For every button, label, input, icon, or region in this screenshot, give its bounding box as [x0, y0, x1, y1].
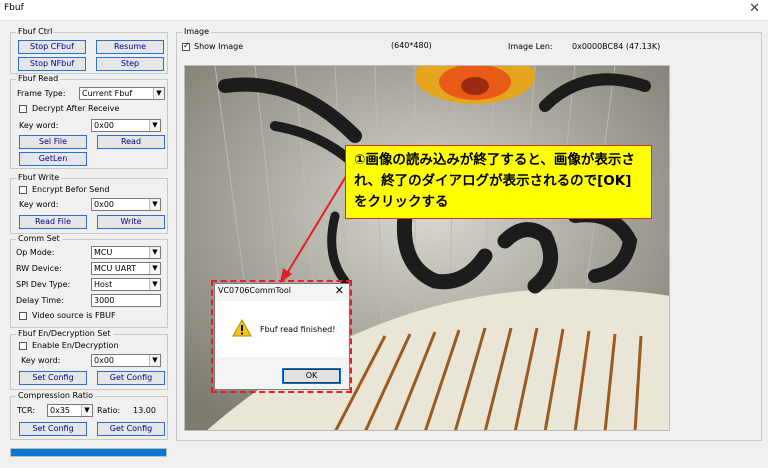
write-key-word-label: Key word:	[19, 200, 59, 209]
tcr-label: TCR:	[17, 406, 36, 415]
endec-get-config-button[interactable]: Get Config	[97, 371, 165, 385]
comm-set-group: Comm Set Op Mode: MCU ▼ RW Device: MCU UA…	[10, 234, 168, 328]
op-mode-select[interactable]: MCU ▼	[91, 246, 161, 259]
frame-type-value: Current Fbuf	[82, 89, 133, 98]
chevron-down-icon: ▼	[149, 279, 160, 290]
write-key-word-select[interactable]: 0x00 ▼	[91, 198, 161, 211]
rw-device-select[interactable]: MCU UART ▼	[91, 262, 161, 275]
instruction-callout: ①画像の読み込みが終了すると、画像が表示され、終了のダイアログが表示されるので[…	[345, 145, 652, 219]
enable-endec-label: Enable En/Decryption	[32, 341, 119, 350]
tcr-value: 0x35	[50, 406, 71, 415]
op-mode-value: MCU	[94, 248, 113, 257]
chevron-down-icon: ▼	[153, 88, 164, 99]
fbuf-write-title: Fbuf Write	[16, 173, 62, 183]
message-dialog: VC0706CommTool ✕ Fbuf read finished! OK	[214, 283, 350, 390]
tcr-select[interactable]: 0x35 ▼	[47, 404, 93, 417]
fbuf-read-title: Fbuf Read	[16, 74, 61, 84]
read-file-button[interactable]: Read File	[19, 215, 87, 229]
fbuf-ctrl-group: Fbuf Ctrl Stop CFbuf Resume Stop NFbuf S…	[10, 27, 168, 74]
enable-endec-checkbox[interactable]	[19, 342, 27, 350]
video-source-label: Video source is FBUF	[32, 311, 116, 320]
dialog-title: VC0706CommTool	[218, 286, 292, 295]
comm-set-title: Comm Set	[16, 234, 62, 244]
spi-dev-value: Host	[94, 280, 113, 289]
delay-time-label: Delay Time:	[16, 296, 64, 305]
frame-type-select[interactable]: Current Fbuf ▼	[79, 87, 165, 100]
read-key-word-select[interactable]: 0x00 ▼	[91, 119, 161, 132]
chevron-down-icon: ▼	[149, 355, 160, 366]
frame-type-label: Frame Type:	[17, 89, 66, 98]
resume-button[interactable]: Resume	[96, 40, 164, 54]
decrypt-checkbox[interactable]	[19, 105, 27, 113]
fbuf-ctrl-title: Fbuf Ctrl	[16, 27, 55, 37]
video-source-checkbox[interactable]	[19, 312, 27, 320]
read-button[interactable]: Read	[97, 135, 165, 149]
image-len-label: Image Len:	[508, 42, 553, 51]
title-bar: Fbuf ✕	[0, 0, 768, 21]
chevron-down-icon: ▼	[149, 247, 160, 258]
chevron-down-icon: ▼	[81, 405, 92, 416]
endec-key-word-value: 0x00	[94, 356, 115, 365]
delay-time-input[interactable]: 3000	[91, 294, 161, 307]
endec-title: Fbuf En/Decryption Set	[16, 329, 113, 339]
image-resolution: (640*480)	[391, 41, 432, 50]
compression-set-config-button[interactable]: Set Config	[19, 422, 87, 436]
op-mode-label: Op Mode:	[16, 248, 55, 257]
warning-icon	[232, 319, 252, 337]
callout-arrow	[280, 172, 349, 283]
dialog-body: Fbuf read finished!	[216, 301, 348, 357]
write-button[interactable]: Write	[97, 215, 165, 229]
chevron-down-icon: ▼	[149, 263, 160, 274]
close-icon[interactable]: ✕	[749, 1, 760, 16]
window-title: Fbuf	[4, 3, 24, 13]
fbuf-write-group: Fbuf Write Encrypt Befor Send Key word: …	[10, 173, 168, 234]
chevron-down-icon: ▼	[149, 199, 160, 210]
endec-set-config-button[interactable]: Set Config	[19, 371, 87, 385]
write-key-word-value: 0x00	[94, 200, 115, 209]
main-panel: Fbuf Ctrl Stop CFbuf Resume Stop NFbuf S…	[0, 21, 768, 468]
image-len-value: 0x0000BC84 (47.13K)	[572, 42, 661, 51]
step-button[interactable]: Step	[96, 57, 164, 71]
read-key-word-label: Key word:	[19, 121, 59, 130]
progress-fill	[11, 449, 166, 456]
image-title: Image	[182, 27, 212, 37]
ok-button[interactable]: OK	[282, 368, 341, 384]
sel-file-button[interactable]: Sel File	[19, 135, 87, 149]
chevron-down-icon: ▼	[149, 120, 160, 131]
show-image-label: Show Image	[194, 42, 244, 51]
rw-device-label: RW Device:	[16, 264, 62, 273]
rw-device-value: MCU UART	[94, 264, 137, 273]
close-icon[interactable]: ✕	[335, 284, 344, 297]
encrypt-label: Encrypt Befor Send	[32, 185, 110, 194]
stop-nfbuf-button[interactable]: Stop NFbuf	[18, 57, 86, 71]
show-image-checkbox[interactable]	[182, 41, 190, 51]
getlen-button[interactable]: GetLen	[19, 152, 87, 166]
fbuf-read-group: Fbuf Read Frame Type: Current Fbuf ▼ Decr…	[10, 74, 168, 169]
spi-dev-select[interactable]: Host ▼	[91, 278, 161, 291]
compression-title: Compression Ratio	[16, 391, 95, 401]
encrypt-checkbox[interactable]	[19, 186, 27, 194]
progress-bar	[10, 448, 167, 457]
dialog-message: Fbuf read finished!	[260, 325, 336, 334]
read-key-word-value: 0x00	[94, 121, 115, 130]
decrypt-label: Decrypt After Receive	[32, 104, 120, 113]
endec-key-word-label: Key word:	[21, 356, 61, 365]
endec-key-word-select[interactable]: 0x00 ▼	[91, 354, 161, 367]
compression-get-config-button[interactable]: Get Config	[97, 422, 165, 436]
stop-cfbuf-button[interactable]: Stop CFbuf	[18, 40, 86, 54]
ratio-label: Ratio:	[97, 406, 121, 415]
ratio-value: 13.00	[133, 406, 156, 415]
compression-group: Compression Ratio TCR: 0x35 ▼ Ratio: 13.0…	[10, 391, 168, 440]
endec-group: Fbuf En/Decryption Set Enable En/Decrypt…	[10, 329, 168, 390]
spi-dev-label: SPI Dev Type:	[16, 280, 71, 289]
